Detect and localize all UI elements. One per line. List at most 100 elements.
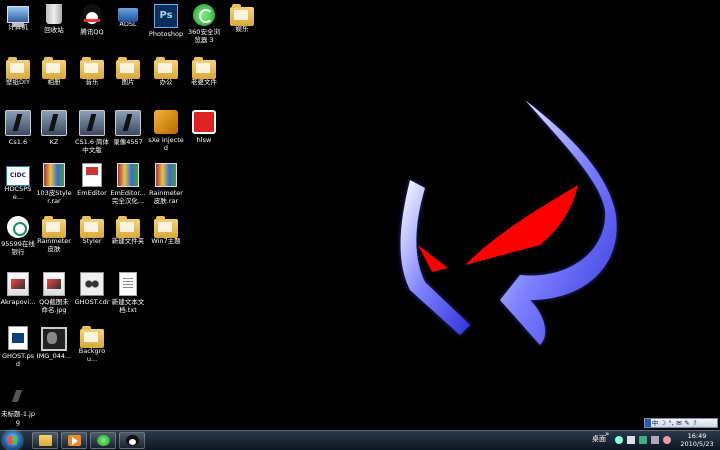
winrar-icon xyxy=(43,163,65,187)
desktop-icon[interactable]: Styler xyxy=(74,216,110,245)
desktop-icon[interactable]: CIDC HDCSPSe... xyxy=(0,163,36,201)
desktop-icon[interactable]: GHOST.cdr xyxy=(74,272,110,306)
windows-start-orb-icon[interactable] xyxy=(3,431,22,450)
langbar-item[interactable]: ✉ xyxy=(675,419,683,427)
volume-icon[interactable] xyxy=(651,436,659,444)
folder-icon xyxy=(116,57,140,79)
hlsw-icon xyxy=(192,110,216,134)
desktop-icon[interactable]: 老婆文件 xyxy=(186,57,222,86)
desktop-icon[interactable]: 计算机 xyxy=(0,4,36,31)
langbar-item[interactable]: 中 xyxy=(651,419,659,427)
desktop-icon-label: Rainmeter皮肤 xyxy=(37,237,71,253)
desktop-icon[interactable]: IMG_044... xyxy=(36,326,72,360)
desktop-icon-label: EmEditor xyxy=(77,189,107,197)
folder-icon xyxy=(80,57,104,79)
desktop-icon[interactable]: GHOST.psd xyxy=(0,326,36,368)
desktop-icon[interactable]: 新建文件夹 xyxy=(110,216,146,245)
clock[interactable]: 16:49 2010/5/23 xyxy=(676,432,718,448)
desktop-icon-label: Photoshop xyxy=(148,30,184,38)
taskbar-qq-button[interactable] xyxy=(119,432,145,449)
langbar-item[interactable]: °, xyxy=(667,419,675,427)
langbar-item[interactable]: ? xyxy=(691,419,699,427)
desktop-icon[interactable]: 图片 xyxy=(110,57,146,86)
chevron-icon[interactable]: » xyxy=(605,430,609,438)
counter-strike-icon xyxy=(115,110,141,136)
desktop-icon[interactable]: Backgrou... xyxy=(74,326,110,363)
desktop-icon[interactable]: Rainmeter皮肤.rar xyxy=(148,163,184,205)
desktop-icon[interactable]: 95599在线银行 xyxy=(0,216,36,256)
360-browser-icon xyxy=(193,4,215,26)
desktop-icon-label: 音乐 xyxy=(85,78,99,86)
taskbar: 桌面 » 16:49 2010/5/23 xyxy=(0,430,720,450)
desktop-icon[interactable]: 录像4557 xyxy=(110,110,146,146)
network-icon[interactable] xyxy=(639,436,647,444)
folder-icon xyxy=(42,216,66,238)
desktop-icon[interactable]: 音乐 xyxy=(74,57,110,86)
desktop-icon-label: 录像4557 xyxy=(113,138,143,146)
langbar-item[interactable]: ☽ xyxy=(659,419,667,427)
desktop-icon-label: 图片 xyxy=(121,78,135,86)
photoshop-icon: Ps xyxy=(154,4,178,28)
desktop-icon[interactable]: QQ截图未命名.jpg xyxy=(36,272,72,314)
folder-icon xyxy=(6,57,30,79)
folder-icon xyxy=(154,216,178,238)
folder-icon xyxy=(42,57,66,79)
desktop-icon[interactable]: KZ xyxy=(36,110,72,146)
desktop-icon[interactable]: 相册 xyxy=(36,57,72,86)
desktop-icon[interactable]: 103皮Styler.rar xyxy=(36,163,72,205)
counter-strike-icon xyxy=(5,110,31,136)
taskbar-media-player-button[interactable] xyxy=(61,432,87,449)
desktop-icon[interactable]: Akrapovi... xyxy=(0,272,36,306)
desktop-icon[interactable]: 壁纸DIY xyxy=(0,57,36,86)
desktop-icon-label: Cs1.6 xyxy=(8,138,28,146)
psd-file-icon xyxy=(8,326,28,350)
desktop-icon[interactable]: 未标题-1.jpg xyxy=(0,384,36,426)
desktop-icon-label: Backgrou... xyxy=(78,347,106,363)
desktop-icon-label: GHOST.psd xyxy=(2,352,34,368)
bank-icon xyxy=(7,216,29,238)
desktop-icon[interactable]: 腾讯QQ xyxy=(74,4,110,36)
desktop-icon-label: 95599在线银行 xyxy=(1,240,35,256)
computer-icon xyxy=(7,6,29,27)
desktop-icon[interactable]: 360安全浏览器 3 xyxy=(186,4,222,44)
desktop-icon-label: 老婆文件 xyxy=(191,78,217,86)
taskbar-explorer-button[interactable] xyxy=(32,432,58,449)
desktop-icon-label: 相册 xyxy=(47,78,61,86)
desktop-icon[interactable]: sXe Injected xyxy=(148,110,184,152)
flag-icon[interactable] xyxy=(627,436,635,444)
desktop-icon[interactable]: 办公 xyxy=(148,57,184,86)
desktop-icon-label: Win7主题 xyxy=(151,237,181,245)
sxe-icon xyxy=(154,110,178,134)
desktop-icon[interactable]: 新建文本文档.txt xyxy=(110,272,146,314)
desktop-icon[interactable]: 娱乐 xyxy=(224,4,260,33)
desktop-icon-label: 壁纸DIY xyxy=(6,78,30,86)
folder-icon xyxy=(230,4,254,26)
tray-app-icon[interactable] xyxy=(663,436,671,444)
tray-app-icon[interactable] xyxy=(615,436,623,444)
desktop-icon-label: 办公 xyxy=(159,78,173,86)
desktop-icon[interactable]: hlsw xyxy=(186,110,222,144)
desktop-icon[interactable]: EmEditor xyxy=(74,163,110,197)
media-player-icon xyxy=(68,435,81,446)
desktop-icon[interactable]: ADSL xyxy=(110,4,146,28)
desktop-icon[interactable]: 回收站 xyxy=(36,4,72,34)
photo-file-icon xyxy=(41,327,67,351)
desktop-icon-label: HDCSPSe... xyxy=(4,185,32,201)
desktop[interactable]: 计算机 回收站 腾讯QQ ADSL Ps Photoshop 360安全浏览器 3 娱乐壁纸D… xyxy=(0,0,720,430)
counter-strike-icon xyxy=(79,110,105,136)
desktop-icon-label: Styler xyxy=(82,237,102,245)
desktop-toolbar-label[interactable]: 桌面 xyxy=(592,434,606,444)
desktop-icon[interactable]: CS1.6 简体中文版 xyxy=(74,110,110,154)
desktop-icon-label: 未标题-1.jpg xyxy=(1,410,35,426)
desktop-icon[interactable]: Win7主题 xyxy=(148,216,184,245)
desktop-icon[interactable]: EmEditor...完全汉化... xyxy=(110,163,146,205)
desktop-icon[interactable]: Cs1.6 xyxy=(0,110,36,146)
langbar-item[interactable]: ✎ xyxy=(683,419,691,427)
folder-icon xyxy=(192,57,216,79)
language-bar[interactable]: 中 ☽ °, ✉ ✎? xyxy=(644,418,718,428)
recycle-bin-icon xyxy=(46,4,62,24)
desktop-icon[interactable]: Rainmeter皮肤 xyxy=(36,216,72,253)
desktop-icon[interactable]: Ps Photoshop xyxy=(148,4,184,38)
taskbar-360-browser-button[interactable] xyxy=(90,432,116,449)
folder-icon xyxy=(80,326,104,348)
